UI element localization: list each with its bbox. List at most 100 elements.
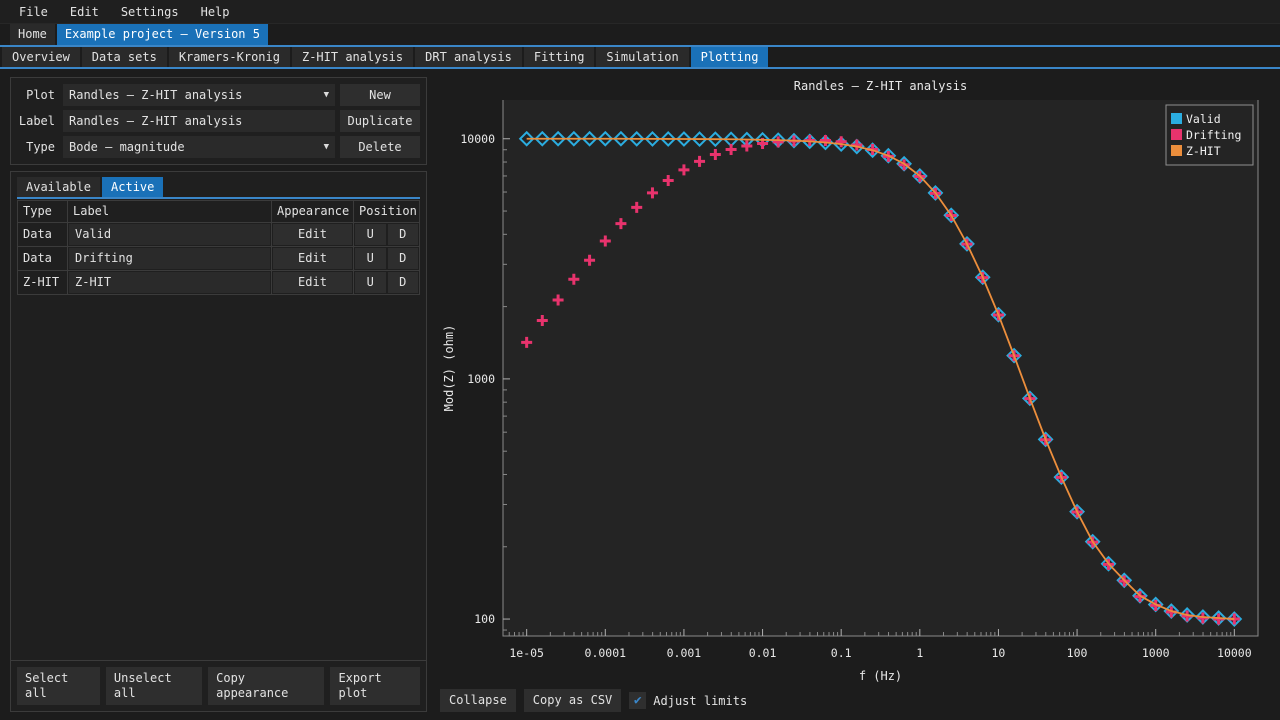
edit-appearance-button[interactable]: Edit <box>273 248 352 269</box>
plot-row: Plot Randles – Z-HIT analysis ▼ New <box>17 83 420 106</box>
main-tab-bar: Overview Data sets Kramers-Kronig Z-HIT … <box>0 47 1280 69</box>
series-label-input: Valid <box>69 224 270 245</box>
svg-text:1e-05: 1e-05 <box>509 646 544 660</box>
left-panel: Plot Randles – Z-HIT analysis ▼ New Labe… <box>0 71 435 720</box>
move-up-button[interactable]: U <box>355 272 386 293</box>
menu-item-settings[interactable]: Settings <box>110 2 190 22</box>
column-header-type: Type <box>17 200 68 223</box>
svg-text:100: 100 <box>1067 646 1088 660</box>
svg-text:0.001: 0.001 <box>667 646 702 660</box>
cell-label[interactable]: Valid <box>67 222 272 247</box>
svg-text:10000: 10000 <box>1217 646 1252 660</box>
plot-action-bar: Collapse Copy as CSV ✔ Adjust limits <box>440 689 747 712</box>
table-row: Data Valid Edit U D <box>17 222 420 247</box>
move-down-button[interactable]: D <box>387 248 418 269</box>
cell-type: Z-HIT <box>17 270 68 295</box>
tab-data-sets[interactable]: Data sets <box>81 47 167 67</box>
content-area: Plot Randles – Z-HIT analysis ▼ New Labe… <box>0 71 1280 720</box>
tab-z-hit-analysis[interactable]: Z-HIT analysis <box>291 47 414 67</box>
svg-text:Drifting: Drifting <box>1186 128 1241 142</box>
tab-drt-analysis[interactable]: DRT analysis <box>415 47 522 67</box>
tab-fitting[interactable]: Fitting <box>523 47 595 67</box>
move-down-button[interactable]: D <box>387 272 418 293</box>
series-label-input: Drifting <box>69 248 270 269</box>
unselect-all-button[interactable]: Unselect all <box>105 667 203 705</box>
tab-simulation[interactable]: Simulation <box>596 47 689 67</box>
tab-kramers-kronig[interactable]: Kramers-Kronig <box>168 47 290 67</box>
svg-text:10000: 10000 <box>460 132 495 146</box>
series-table: Type Label Appearance Position Data Vali… <box>17 200 420 295</box>
cell-appearance: Edit <box>271 270 354 295</box>
cell-label[interactable]: Drifting <box>67 246 272 271</box>
cell-position: U D <box>353 222 420 247</box>
checkmark-icon[interactable]: ✔ <box>629 692 647 709</box>
adjust-limits-checkbox-wrap[interactable]: ✔ Adjust limits <box>629 692 747 709</box>
copy-appearance-button[interactable]: Copy appearance <box>208 667 325 705</box>
series-label-input: Z-HIT <box>69 272 270 293</box>
svg-text:Mod(Z) (ohm): Mod(Z) (ohm) <box>442 325 456 412</box>
project-tab-home[interactable]: Home <box>10 24 55 45</box>
cell-appearance: Edit <box>271 246 354 271</box>
svg-text:Z-HIT: Z-HIT <box>1186 144 1221 158</box>
move-down-button[interactable]: D <box>387 224 418 245</box>
copy-as-csv-button[interactable]: Copy as CSV <box>523 689 622 712</box>
svg-text:1: 1 <box>916 646 923 660</box>
move-up-button[interactable]: U <box>355 224 386 245</box>
menu-item-file[interactable]: File <box>8 2 59 22</box>
chevron-down-icon: ▼ <box>323 141 329 152</box>
cell-label[interactable]: Z-HIT <box>67 270 272 295</box>
svg-text:Valid: Valid <box>1186 112 1221 126</box>
cell-position: U D <box>353 246 420 271</box>
svg-text:Randles – Z-HIT analysis: Randles – Z-HIT analysis <box>794 79 967 93</box>
column-header-position: Position <box>353 200 420 223</box>
type-select-value: Bode – magnitude <box>69 139 185 154</box>
export-plot-button[interactable]: Export plot <box>330 667 420 705</box>
svg-text:100: 100 <box>474 612 495 626</box>
type-row: Type Bode – magnitude ▼ Delete <box>17 135 420 158</box>
plot-select-value: Randles – Z-HIT analysis <box>69 87 243 102</box>
select-all-button[interactable]: Select all <box>17 667 100 705</box>
delete-button[interactable]: Delete <box>340 135 420 158</box>
svg-text:0.01: 0.01 <box>749 646 777 660</box>
cell-type: Data <box>17 246 68 271</box>
edit-appearance-button[interactable]: Edit <box>273 272 352 293</box>
cell-appearance: Edit <box>271 222 354 247</box>
label-input-value: Randles – Z-HIT analysis <box>69 113 243 128</box>
edit-appearance-button[interactable]: Edit <box>273 224 352 245</box>
right-panel: Randles – Z-HIT analysis 1e-05 0.0001 0.001… <box>435 71 1280 720</box>
plot-select[interactable]: Randles – Z-HIT analysis ▼ <box>63 83 335 106</box>
type-select[interactable]: Bode – magnitude ▼ <box>63 135 335 158</box>
svg-text:1000: 1000 <box>467 372 495 386</box>
type-label: Type <box>26 139 55 154</box>
tab-overview[interactable]: Overview <box>2 47 80 67</box>
bode-magnitude-plot[interactable]: Randles – Z-HIT analysis 1e-05 0.0001 0.001… <box>435 71 1280 686</box>
table-header-row: Type Label Appearance Position <box>17 200 420 223</box>
cell-position: U D <box>353 270 420 295</box>
column-header-label: Label <box>67 200 272 223</box>
new-button[interactable]: New <box>340 83 420 106</box>
duplicate-button[interactable]: Duplicate <box>340 109 420 132</box>
menu-bar: File Edit Settings Help <box>0 0 1280 24</box>
collapse-button[interactable]: Collapse <box>440 689 516 712</box>
move-up-button[interactable]: U <box>355 248 386 269</box>
sub-tab-available[interactable]: Available <box>17 177 101 197</box>
svg-text:f (Hz): f (Hz) <box>859 669 902 683</box>
series-list-group: Available Active Type Label Appearance P… <box>10 171 427 664</box>
svg-text:0.0001: 0.0001 <box>585 646 627 660</box>
svg-text:10: 10 <box>992 646 1006 660</box>
column-header-appearance: Appearance <box>271 200 354 223</box>
sub-tab-active[interactable]: Active <box>102 177 164 197</box>
plot-label: Plot <box>26 87 55 102</box>
menu-item-edit[interactable]: Edit <box>59 2 110 22</box>
table-row: Z-HIT Z-HIT Edit U D <box>17 270 420 295</box>
label-row: Label Randles – Z-HIT analysis Duplicate <box>17 109 420 132</box>
menu-item-help[interactable]: Help <box>190 2 241 22</box>
tab-plotting[interactable]: Plotting <box>690 47 769 67</box>
series-sub-tab-bar: Available Active <box>17 177 420 199</box>
project-tab-example-project[interactable]: Example project – Version 5 <box>56 24 268 45</box>
project-tab-bar: Home Example project – Version 5 <box>0 24 1280 47</box>
left-action-bar: Select all Unselect all Copy appearance … <box>10 660 427 712</box>
plot-container[interactable]: Randles – Z-HIT analysis 1e-05 0.0001 0.001… <box>435 71 1280 686</box>
label-input[interactable]: Randles – Z-HIT analysis <box>63 109 335 132</box>
label-label: Label <box>18 113 55 128</box>
